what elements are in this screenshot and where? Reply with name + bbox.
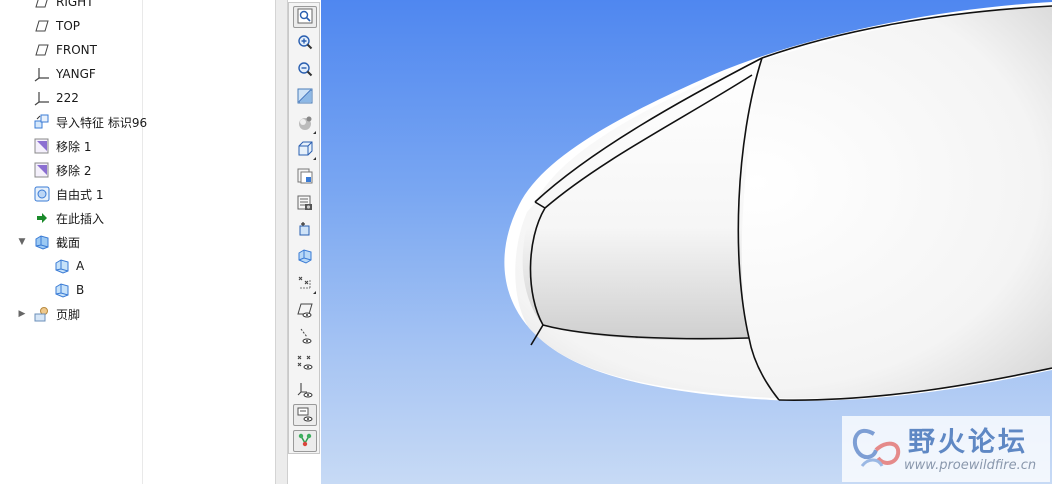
dropdown-corner-icon bbox=[313, 291, 316, 294]
zoom-out-icon bbox=[297, 61, 313, 80]
dropdown-corner-icon bbox=[313, 131, 316, 134]
collapse-arrow-icon[interactable]: ▼ bbox=[16, 236, 28, 248]
freestyle-icon bbox=[34, 186, 50, 202]
repaint-icon bbox=[297, 88, 313, 107]
view-manager-button[interactable] bbox=[293, 166, 317, 188]
import-feature-icon bbox=[34, 114, 50, 130]
display-style-icon bbox=[297, 115, 313, 134]
zoom-in-button[interactable] bbox=[293, 32, 317, 54]
cross-section-icon bbox=[34, 234, 50, 250]
butterfly-logo-icon bbox=[848, 422, 904, 481]
tree-item-label: 在此插入 bbox=[56, 211, 105, 226]
forum-watermark: 野火论坛 www.proewildfire.cn bbox=[842, 416, 1050, 482]
tree-item-label: 截面 bbox=[56, 235, 81, 250]
model-render bbox=[504, 2, 1052, 401]
watermark-title: 野火论坛 bbox=[908, 427, 1028, 458]
appearance-gallery-icon bbox=[297, 195, 313, 214]
tree-item-label: 导入特征 标识96 bbox=[56, 115, 148, 130]
datum-plane-icon bbox=[34, 42, 50, 58]
point-display-icon bbox=[297, 355, 313, 374]
tree-item-label: FRONT bbox=[56, 43, 97, 57]
refit-button[interactable] bbox=[293, 6, 317, 28]
csys-display-icon bbox=[297, 382, 313, 401]
tree-item-remove-1[interactable]: 移除 1 bbox=[34, 134, 91, 158]
tree-item-label: A bbox=[76, 259, 85, 273]
graphics-viewport[interactable] bbox=[321, 0, 1052, 484]
watermark-url: www.proewildfire.cn bbox=[904, 458, 1037, 473]
expand-arrow-icon[interactable]: ▶ bbox=[16, 308, 28, 320]
section-icon bbox=[54, 282, 70, 298]
tree-item-front[interactable]: FRONT bbox=[34, 38, 97, 62]
section-icon bbox=[54, 258, 70, 274]
coordinate-system-icon bbox=[34, 90, 50, 106]
display-style-button[interactable] bbox=[293, 113, 317, 135]
tree-item-222[interactable]: 222 bbox=[34, 86, 79, 110]
coordinate-system-icon bbox=[34, 66, 50, 82]
view-manager-icon bbox=[297, 168, 313, 187]
point-display-button[interactable] bbox=[293, 353, 317, 375]
tag-display-button[interactable] bbox=[293, 404, 317, 426]
axis-display-icon bbox=[297, 328, 313, 347]
model-tree-panel: RIGHT TOP FRONT YANGF 222 导入特征 标识96 移除 1… bbox=[0, 0, 276, 484]
tree-item-top[interactable]: TOP bbox=[34, 14, 80, 38]
tree-item-label: RIGHT bbox=[56, 0, 94, 9]
tree-item-label: YANGF bbox=[56, 67, 96, 81]
tree-item-right[interactable]: RIGHT bbox=[34, 0, 94, 14]
tree-column-separator bbox=[142, 0, 143, 484]
perspective-view-button[interactable] bbox=[293, 219, 317, 241]
datum-plane-icon bbox=[34, 0, 50, 10]
perspective-view-icon bbox=[297, 221, 313, 240]
tree-item-label: B bbox=[76, 283, 85, 297]
tag-display-icon bbox=[297, 406, 313, 425]
view-toolbar bbox=[288, 2, 320, 454]
remove-feature-icon bbox=[34, 162, 50, 178]
insert-here-arrow-icon bbox=[34, 210, 50, 226]
tree-item-cross-sections[interactable]: ▼ 截面 bbox=[16, 230, 80, 254]
tree-item-section-b[interactable]: B bbox=[54, 278, 84, 302]
zoom-out-button[interactable] bbox=[293, 59, 317, 81]
tree-item-import-feature[interactable]: 导入特征 标识96 bbox=[34, 110, 147, 134]
dropdown-corner-icon bbox=[313, 157, 316, 160]
csys-display-button[interactable] bbox=[293, 380, 317, 402]
tree-item-remove-2[interactable]: 移除 2 bbox=[34, 158, 91, 182]
tree-item-label: 自由式 1 bbox=[56, 187, 104, 202]
tree-item-insert-here[interactable]: 在此插入 bbox=[34, 206, 104, 230]
tree-item-label: 移除 1 bbox=[56, 139, 92, 154]
tree-item-label: TOP bbox=[56, 19, 81, 33]
annotation-display-button[interactable] bbox=[293, 273, 317, 295]
spin-center-button[interactable] bbox=[293, 246, 317, 268]
plane-display-icon bbox=[297, 302, 313, 321]
tree-item-freestyle-1[interactable]: 自由式 1 bbox=[34, 182, 103, 206]
panel-splitter[interactable] bbox=[276, 0, 288, 484]
annotation-display-icon bbox=[297, 275, 313, 294]
saved-orientations-icon bbox=[297, 141, 313, 160]
spin-center-icon bbox=[297, 248, 313, 267]
tree-item-label: 移除 2 bbox=[56, 163, 92, 178]
plane-display-button[interactable] bbox=[293, 300, 317, 322]
axis-display-button[interactable] bbox=[293, 326, 317, 348]
remove-feature-icon bbox=[34, 138, 50, 154]
network-display-button[interactable] bbox=[293, 430, 317, 452]
tree-item-footer[interactable]: ▶ 页脚 bbox=[16, 302, 80, 326]
tree-item-yangf[interactable]: YANGF bbox=[34, 62, 96, 86]
saved-orientations-button[interactable] bbox=[293, 139, 317, 161]
datum-plane-icon bbox=[34, 18, 50, 34]
network-display-icon bbox=[297, 432, 313, 451]
tree-item-label: 页脚 bbox=[56, 307, 81, 322]
tree-item-label: 222 bbox=[56, 91, 79, 105]
footer-icon bbox=[34, 306, 50, 322]
hull-nose bbox=[522, 58, 762, 340]
tree-item-section-a[interactable]: A bbox=[54, 254, 84, 278]
repaint-button[interactable] bbox=[293, 86, 317, 108]
appearance-gallery-button[interactable] bbox=[293, 193, 317, 215]
refit-icon bbox=[297, 8, 313, 27]
zoom-in-icon bbox=[297, 34, 313, 53]
